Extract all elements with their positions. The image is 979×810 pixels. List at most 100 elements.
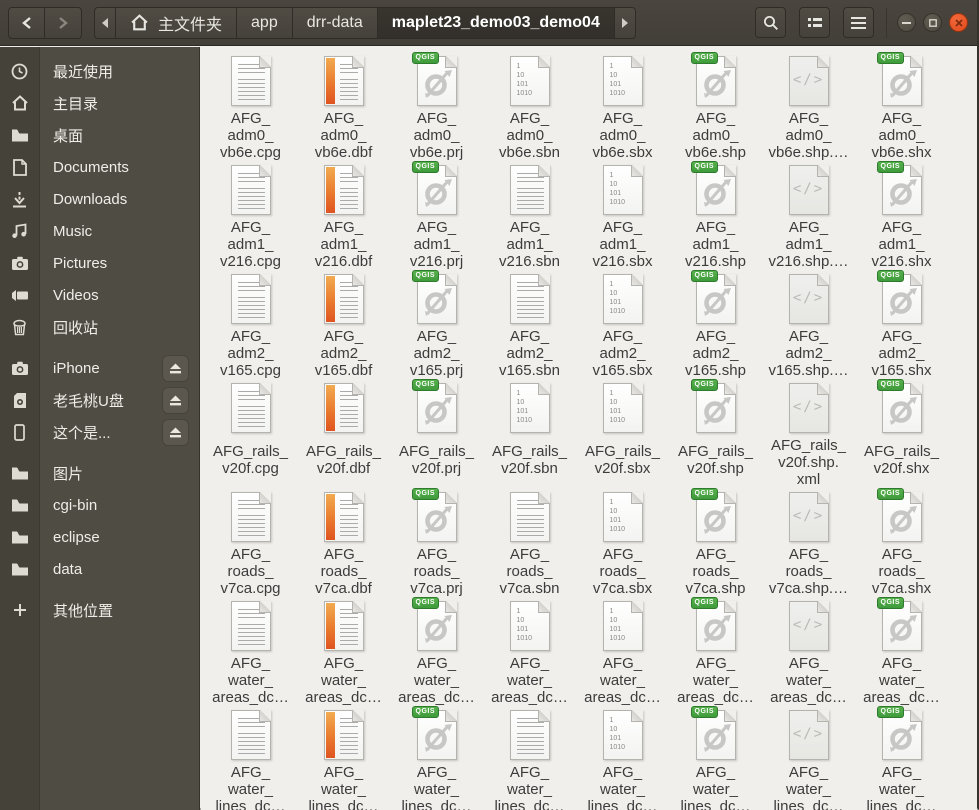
sidebar-item-data[interactable]: data: [0, 553, 199, 585]
sidebar-item-cgi-bin[interactable]: cgi-bin: [0, 489, 199, 521]
sidebar-item-pictures-folder[interactable]: 图片: [0, 457, 199, 489]
file-item[interactable]: QGIS AFG_ adm0_ vb6e.prj: [390, 47, 483, 161]
file-item[interactable]: 1 10 101 1010 AFG_ adm1_ v216.sbx: [576, 156, 669, 270]
file-item[interactable]: QGIS AFG_ roads_ v7ca.prj: [390, 483, 483, 597]
file-item[interactable]: AFG_ water_ lines_dc…: [297, 701, 390, 810]
menu-button[interactable]: [843, 7, 874, 38]
file-item[interactable]: AFG_rails_ v20f.cpg: [204, 374, 297, 483]
file-item[interactable]: QGIS AFG_ adm1_ v216.shx: [855, 156, 948, 270]
sidebar-item-usb-drive[interactable]: 老毛桃U盘: [0, 384, 199, 416]
file-item[interactable]: 1 10 101 1010 AFG_ water_ areas_dc…: [483, 592, 576, 706]
file-item[interactable]: QGIS AFG_rails_ v20f.shp: [669, 374, 762, 483]
file-item[interactable]: 1 10 101 1010 AFG_ water_ areas_dc…: [576, 592, 669, 706]
file-item[interactable]: 1 10 101 1010 AFG_rails_ v20f.sbn: [483, 374, 576, 483]
file-item[interactable]: AFG_ roads_ v7ca.sbn: [483, 483, 576, 597]
sidebar-item-pictures[interactable]: Pictures: [0, 247, 199, 279]
file-item[interactable]: QGIS AFG_ adm2_ v165.shx: [855, 265, 948, 379]
file-item[interactable]: 1 10 101 1010 AFG_ adm0_ vb6e.sbx: [576, 47, 669, 161]
file-item[interactable]: </> AFG_ roads_ v7ca.shp.…: [762, 483, 855, 597]
sidebar-item-downloads[interactable]: Downloads: [0, 183, 199, 215]
file-item[interactable]: AFG_ water_ areas_dc…: [297, 592, 390, 706]
file-item[interactable]: QGIS AFG_ adm1_ v216.prj: [390, 156, 483, 270]
file-item[interactable]: AFG_ adm1_ v216.cpg: [204, 156, 297, 270]
file-item[interactable]: QGIS AFG_ adm2_ v165.shp: [669, 265, 762, 379]
file-item[interactable]: 1 10 101 1010 AFG_ adm0_ vb6e.sbn: [483, 47, 576, 161]
file-item[interactable]: QGIS AFG_ adm0_ vb6e.shp: [669, 47, 762, 161]
file-item[interactable]: AFG_ adm2_ v165.sbn: [483, 265, 576, 379]
file-item[interactable]: QGIS AFG_ water_ areas_dc…: [855, 592, 948, 706]
file-item[interactable]: 1 10 101 1010 AFG_ water_ lines_dc…: [576, 701, 669, 810]
path-segment-1[interactable]: app: [237, 6, 293, 39]
dbf-database-file-icon: [323, 601, 364, 651]
file-name-line: AFG_: [602, 110, 643, 127]
file-item[interactable]: QGIS AFG_ water_ areas_dc…: [669, 592, 762, 706]
sidebar-item-mobile-device[interactable]: 这个是...: [0, 416, 199, 448]
sidebar-item-home[interactable]: 主目录: [0, 87, 199, 119]
sidebar-item-label: 回收站: [53, 319, 99, 337]
back-button[interactable]: [8, 6, 45, 39]
file-item[interactable]: QGIS AFG_ roads_ v7ca.shx: [855, 483, 948, 597]
sidebar-item-other-locations[interactable]: 其他位置: [0, 594, 199, 626]
sidebar-item-music[interactable]: Music: [0, 215, 199, 247]
file-item[interactable]: </> AFG_ adm2_ v165.shp.…: [762, 265, 855, 379]
file-item[interactable]: QGIS AFG_ water_ lines_dc…: [390, 701, 483, 810]
file-item[interactable]: AFG_ adm2_ v165.cpg: [204, 265, 297, 379]
file-item[interactable]: QGIS AFG_ adm1_ v216.shp: [669, 156, 762, 270]
path-scroll-right-button[interactable]: [614, 6, 636, 39]
forward-button[interactable]: [45, 6, 82, 39]
sidebar-item-videos[interactable]: Videos: [0, 279, 199, 311]
eject-button[interactable]: [162, 387, 189, 414]
eject-button[interactable]: [162, 355, 189, 382]
maximize-button[interactable]: [923, 13, 942, 32]
file-item[interactable]: QGIS AFG_rails_ v20f.prj: [390, 374, 483, 483]
window-controls: [897, 13, 968, 32]
file-item[interactable]: AFG_ adm0_ vb6e.cpg: [204, 47, 297, 161]
sidebar-item-desktop[interactable]: 桌面: [0, 119, 199, 151]
file-item[interactable]: </> AFG_ water_ areas_dc…: [762, 592, 855, 706]
file-item[interactable]: QGIS AFG_ water_ lines_dc…: [669, 701, 762, 810]
view-toggle-button[interactable]: [799, 7, 830, 38]
close-button[interactable]: [949, 13, 968, 32]
eject-button[interactable]: [162, 419, 189, 446]
file-name-line: AFG_: [881, 110, 922, 127]
file-item[interactable]: AFG_ roads_ v7ca.dbf: [297, 483, 390, 597]
file-item[interactable]: 1 10 101 1010 AFG_ adm2_ v165.sbx: [576, 265, 669, 379]
path-segment-3[interactable]: maplet23_demo03_demo04: [377, 6, 615, 39]
sidebar-item-recent[interactable]: 最近使用: [0, 55, 199, 87]
file-item[interactable]: AFG_ water_ areas_dc…: [204, 592, 297, 706]
file-item[interactable]: </> AFG_ adm1_ v216.shp.…: [762, 156, 855, 270]
file-item[interactable]: QGIS AFG_ water_ areas_dc…: [390, 592, 483, 706]
file-item[interactable]: AFG_ adm0_ vb6e.dbf: [297, 47, 390, 161]
file-item[interactable]: QGIS AFG_ adm2_ v165.prj: [390, 265, 483, 379]
file-item[interactable]: AFG_ water_ lines_dc…: [483, 701, 576, 810]
path-segment-0[interactable]: 主文件夹: [116, 6, 238, 39]
file-item[interactable]: QGIS AFG_ water_ lines_dc…: [855, 701, 948, 810]
sidebar-item-eclipse[interactable]: eclipse: [0, 521, 199, 553]
file-item[interactable]: 1 10 101 1010 AFG_ roads_ v7ca.sbx: [576, 483, 669, 597]
text-lines: [237, 64, 265, 75]
search-button[interactable]: [755, 7, 786, 38]
file-name-line: AFG_: [881, 546, 922, 563]
file-item[interactable]: AFG_ water_ lines_dc…: [204, 701, 297, 810]
minimize-button[interactable]: [897, 13, 916, 32]
sidebar-item-label: 这个是...: [53, 424, 111, 442]
file-item[interactable]: </> AFG_ water_ lines_dc…: [762, 701, 855, 810]
file-name-line: lines_dc…: [494, 798, 565, 810]
sidebar-item-trash[interactable]: 回收站: [0, 311, 199, 343]
file-item[interactable]: AFG_ adm1_ v216.dbf: [297, 156, 390, 270]
sidebar-item-iphone[interactable]: iPhone: [0, 352, 199, 384]
file-item[interactable]: AFG_ adm1_ v216.sbn: [483, 156, 576, 270]
path-scroll-left-button[interactable]: [94, 6, 116, 39]
file-item[interactable]: </> AFG_ adm0_ vb6e.shp.…: [762, 47, 855, 161]
file-item[interactable]: </> AFG_rails_ v20f.shp. xml: [762, 374, 855, 488]
file-item[interactable]: QGIS AFG_ adm0_ vb6e.shx: [855, 47, 948, 161]
file-item[interactable]: QGIS AFG_ roads_ v7ca.shp: [669, 483, 762, 597]
file-item[interactable]: 1 10 101 1010 AFG_rails_ v20f.sbx: [576, 374, 669, 483]
sidebar-item-documents[interactable]: Documents: [0, 151, 199, 183]
file-item[interactable]: AFG_ roads_ v7ca.cpg: [204, 483, 297, 597]
file-item[interactable]: AFG_rails_ v20f.dbf: [297, 374, 390, 483]
binary-digits: 1 10 101 1010: [516, 608, 533, 642]
path-segment-2[interactable]: drr-data: [292, 6, 378, 39]
file-item[interactable]: QGIS AFG_rails_ v20f.shx: [855, 374, 948, 483]
file-item[interactable]: AFG_ adm2_ v165.dbf: [297, 265, 390, 379]
